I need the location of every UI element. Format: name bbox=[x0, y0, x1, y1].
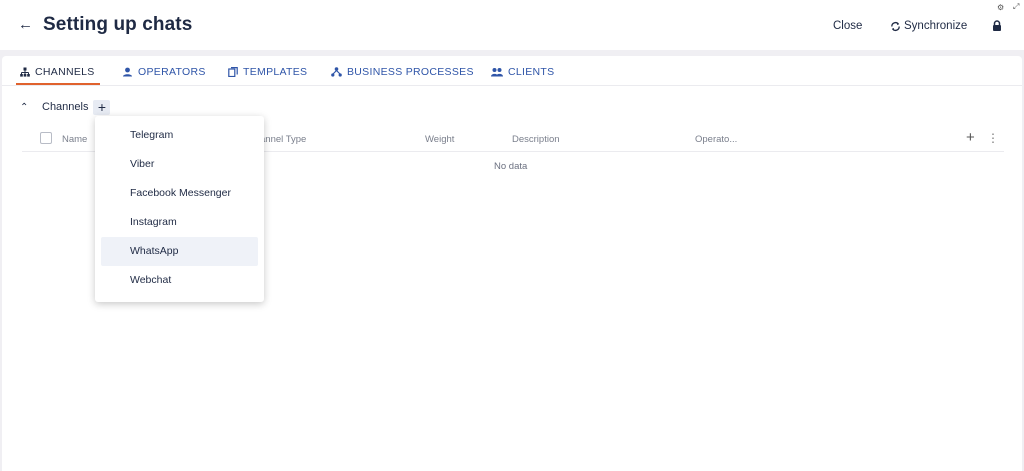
select-all-checkbox[interactable] bbox=[40, 132, 52, 144]
tab-templates[interactable]: TEMPLATES bbox=[228, 66, 307, 86]
tab-operators[interactable]: OPERATORS bbox=[122, 66, 206, 86]
workflow-icon bbox=[331, 67, 342, 77]
lock-icon[interactable] bbox=[992, 20, 1002, 32]
synchronize-label: Synchronize bbox=[904, 20, 968, 32]
column-operators[interactable]: Operato... bbox=[695, 134, 737, 145]
group-icon bbox=[491, 68, 503, 77]
tab-label: CLIENTS bbox=[508, 66, 555, 78]
sync-icon bbox=[891, 21, 900, 31]
column-name[interactable]: Name bbox=[62, 134, 87, 145]
page-title: Setting up chats bbox=[43, 14, 193, 35]
chevron-up-icon[interactable]: ⌃ bbox=[20, 102, 34, 113]
active-tab-indicator bbox=[16, 83, 100, 85]
tab-bar: CHANNELS OPERATORS TEMPLATES BUSINESS PR… bbox=[2, 56, 1022, 86]
expand-icon[interactable]: ⤢ bbox=[1013, 2, 1019, 12]
channels-section-header: ⌃ Channels + bbox=[20, 99, 111, 115]
tab-clients[interactable]: CLIENTS bbox=[491, 66, 554, 86]
dropdown-item-facebook-messenger[interactable]: Facebook Messenger bbox=[101, 179, 258, 208]
tab-business-processes[interactable]: BUSINESS PROCESSES bbox=[331, 66, 474, 86]
top-bar: ⚙ ⤢ ← Setting up chats Close Synchronize bbox=[0, 0, 1024, 50]
column-weight[interactable]: Weight bbox=[425, 134, 454, 145]
dropdown-item-viber[interactable]: Viber bbox=[101, 150, 258, 179]
back-arrow-icon[interactable]: ← bbox=[18, 17, 33, 33]
gear-icon[interactable]: ⚙ bbox=[997, 3, 1004, 12]
hierarchy-icon bbox=[20, 67, 30, 77]
add-column-icon[interactable]: + bbox=[966, 129, 975, 146]
section-title: Channels bbox=[42, 101, 89, 113]
more-options-icon[interactable]: ⋮ bbox=[987, 131, 999, 145]
dropdown-item-webchat[interactable]: Webchat bbox=[101, 266, 258, 295]
dropdown-item-instagram[interactable]: Instagram bbox=[101, 208, 258, 237]
empty-state-text: No data bbox=[494, 161, 528, 172]
synchronize-button[interactable]: Synchronize bbox=[890, 20, 967, 32]
copy-icon bbox=[228, 67, 238, 77]
close-button[interactable]: Close bbox=[833, 20, 862, 32]
dropdown-item-whatsapp[interactable]: WhatsApp bbox=[101, 237, 258, 266]
tab-label: OPERATORS bbox=[138, 66, 206, 78]
tab-label: BUSINESS PROCESSES bbox=[347, 66, 474, 78]
dropdown-item-telegram[interactable]: Telegram bbox=[101, 121, 258, 150]
column-channel-type[interactable]: annel Type bbox=[260, 134, 306, 145]
column-description[interactable]: Description bbox=[512, 134, 560, 145]
tab-label: CHANNELS bbox=[35, 66, 95, 78]
person-icon bbox=[123, 67, 132, 77]
channel-type-dropdown: Telegram Viber Facebook Messenger Instag… bbox=[95, 116, 264, 302]
add-channel-button[interactable]: + bbox=[93, 99, 111, 115]
tab-label: TEMPLATES bbox=[243, 66, 308, 78]
